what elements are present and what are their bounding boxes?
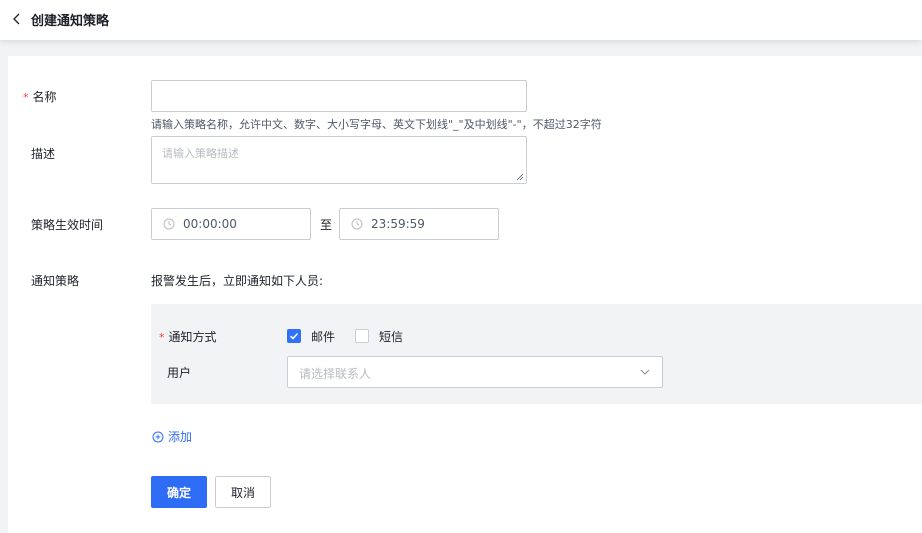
notify-method-label: * 通知方式 xyxy=(159,330,217,344)
name-hint: 请输入策略名称，允许中文、数字、大小写字母、英文下划线"_"及中划线"-"，不超… xyxy=(151,118,602,131)
notify-policy-text: 报警发生后，立即通知如下人员: xyxy=(151,274,324,288)
add-label: 添加 xyxy=(168,430,193,444)
description-placeholder: 请输入策略描述 xyxy=(162,147,239,160)
effective-time-label: 策略生效时间 xyxy=(31,218,104,232)
notify-policy-label: 通知策略 xyxy=(31,274,80,288)
cancel-button[interactable]: 取消 xyxy=(215,476,271,508)
start-time-picker[interactable]: 00:00:00 xyxy=(151,208,311,240)
contact-select-placeholder: 请选择联系人 xyxy=(299,367,372,381)
user-label: 用户 xyxy=(167,366,192,380)
email-option-label: 邮件 xyxy=(311,330,336,344)
check-icon xyxy=(289,332,299,340)
required-mark: * xyxy=(23,91,29,104)
sms-option-label: 短信 xyxy=(379,330,404,344)
add-button[interactable]: 添加 xyxy=(152,428,192,445)
plus-circle-icon xyxy=(152,431,164,442)
name-label: * 名称 xyxy=(23,90,57,104)
contact-select[interactable]: 请选择联系人 xyxy=(287,356,663,388)
chevron-down-icon xyxy=(640,369,650,375)
back-arrow-icon[interactable] xyxy=(10,11,24,27)
name-input[interactable] xyxy=(151,80,527,112)
start-time-value: 00:00:00 xyxy=(183,217,237,231)
page-header: 创建通知策略 xyxy=(0,0,922,40)
end-time-picker[interactable]: 23:59:59 xyxy=(339,208,499,240)
description-label: 描述 xyxy=(31,147,56,161)
required-mark: * xyxy=(159,331,165,344)
resize-handle-icon[interactable] xyxy=(516,173,524,181)
clock-icon xyxy=(163,218,175,230)
page-title: 创建通知策略 xyxy=(31,14,110,29)
end-time-value: 23:59:59 xyxy=(371,217,425,231)
clock-icon xyxy=(351,218,363,230)
email-checkbox[interactable] xyxy=(287,329,301,343)
description-textarea[interactable]: 请输入策略描述 xyxy=(151,136,527,184)
notify-panel xyxy=(151,304,922,404)
confirm-button[interactable]: 确定 xyxy=(151,476,207,508)
time-separator: 至 xyxy=(320,218,333,232)
sms-checkbox[interactable] xyxy=(355,329,369,343)
